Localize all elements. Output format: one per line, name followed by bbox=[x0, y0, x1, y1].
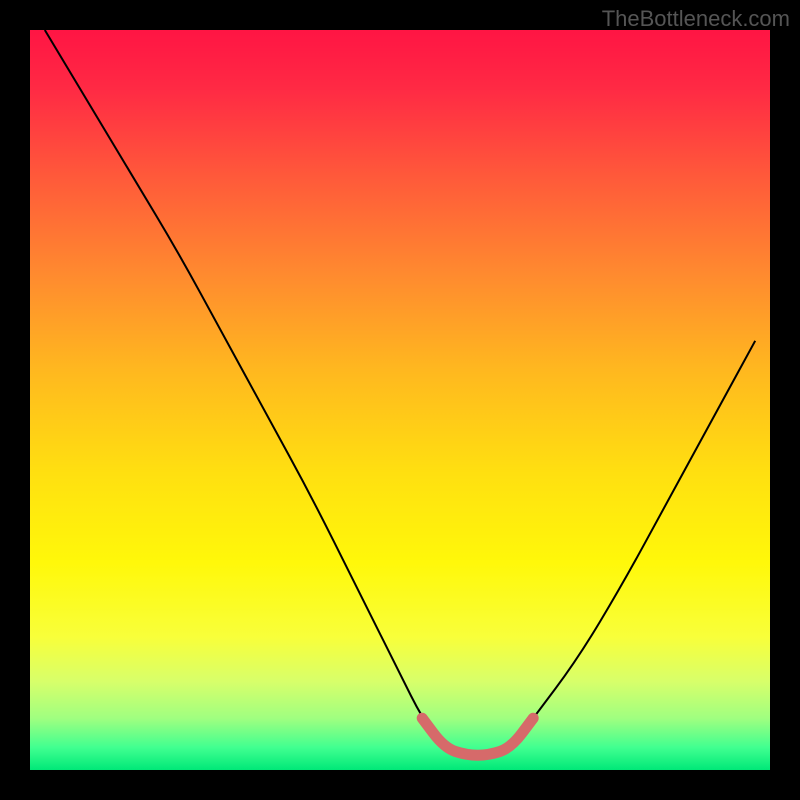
chart-svg-layer bbox=[30, 30, 770, 770]
bottleneck-curve-line bbox=[45, 30, 755, 755]
watermark-text: TheBottleneck.com bbox=[602, 6, 790, 32]
chart-plot-area bbox=[30, 30, 770, 770]
optimal-range-highlight bbox=[422, 718, 533, 755]
